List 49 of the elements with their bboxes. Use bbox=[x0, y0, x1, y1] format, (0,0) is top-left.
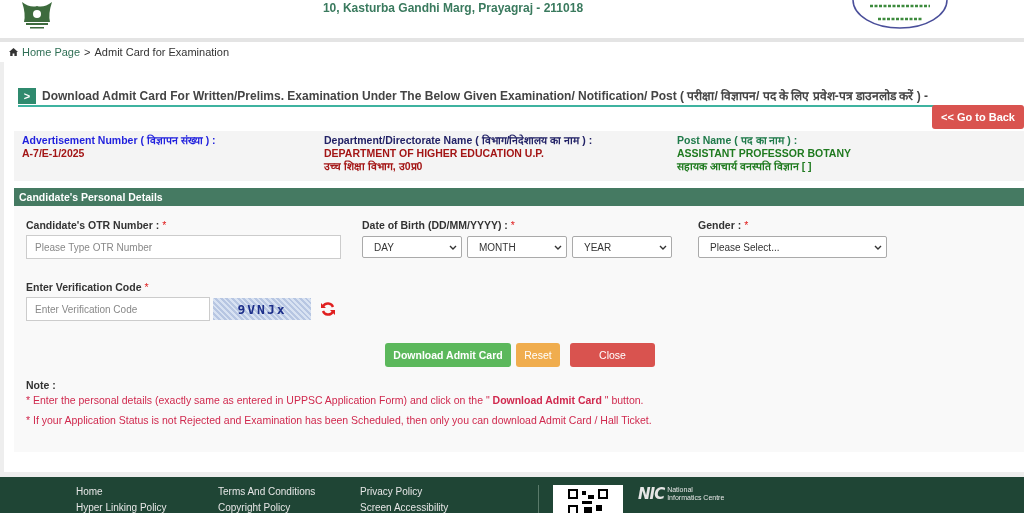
info-value: उच्च शिक्षा विभाग, उ0प्र0 bbox=[324, 160, 424, 173]
qr-code bbox=[553, 485, 623, 513]
info-label: Department/Directorate Name ( विभाग/निदेशालय का नाम ) : bbox=[324, 134, 594, 147]
breadcrumb-separator: > bbox=[84, 46, 91, 58]
section-header-bar: Candidate's Personal Details bbox=[14, 188, 1024, 206]
chevron-down-icon bbox=[874, 244, 882, 250]
info-value: A-7/E-1/2025 bbox=[22, 147, 86, 160]
note-heading: Note : bbox=[26, 379, 57, 391]
info-value: ASSISTANT PROFESSOR BOTANY bbox=[677, 147, 853, 160]
captcha-image: 9VNJx bbox=[213, 298, 311, 320]
note-text: * Enter the personal details (exactly same as entered in UPPSC Application Form) and click on the " Download Admit Card " button. bbox=[26, 394, 645, 406]
field-label: Date of Birth (DD/MM/YYYY) : bbox=[362, 219, 508, 231]
chevron-badge: > bbox=[18, 87, 36, 104]
home-icon bbox=[9, 48, 18, 56]
current-page-title: Admit Card for Examination bbox=[94, 46, 230, 58]
dropdown-select[interactable]: Please Select... bbox=[698, 236, 887, 258]
chevron-down-icon bbox=[449, 244, 457, 250]
required-mark: * bbox=[144, 281, 149, 293]
field-label: Candidate's OTR Number : bbox=[26, 219, 160, 231]
info-label: Advertisement Number ( विज्ञापन संख्या ) : bbox=[22, 134, 217, 147]
info-label: Post Name ( पद का नाम ) : bbox=[677, 134, 799, 147]
info-value: सहायक आचार्य वनस्पति विज्ञान [ ] bbox=[677, 160, 813, 173]
chevron-down-icon bbox=[554, 244, 562, 250]
page-heading: Download Admit Card For Written/Prelims. Examination Under The Below Given Examination/ Notification/ Post ( परीक्षा/ विज्ञापन/ पद के लिए प्रवेश-पत्र डाउनलोड करें ) - bbox=[42, 88, 929, 104]
footer-link[interactable]: Terms And Conditions bbox=[218, 486, 360, 497]
verification-code-field[interactable]: Enter Verification Code bbox=[26, 297, 210, 321]
dropdown-select[interactable]: YEAR bbox=[572, 236, 672, 258]
footer-link[interactable]: Screen Accessibility bbox=[360, 502, 520, 513]
dropdown-select[interactable]: MONTH bbox=[467, 236, 567, 258]
home-page-link[interactable]: Home Page bbox=[22, 46, 81, 58]
info-value: DEPARTMENT OF HIGHER EDUCATION U.P. bbox=[324, 147, 545, 160]
chevron-down-icon bbox=[659, 244, 667, 250]
nic-logo: NIC bbox=[638, 485, 665, 503]
otr-number-field[interactable]: Please Type OTR Number bbox=[26, 235, 341, 259]
field-label: Enter Verification Code bbox=[26, 281, 142, 293]
required-mark: * bbox=[162, 219, 167, 231]
close-button[interactable]: Close bbox=[570, 343, 655, 367]
refresh-icon[interactable] bbox=[320, 301, 336, 317]
footer-link[interactable]: Home bbox=[76, 486, 218, 497]
required-mark: * bbox=[510, 219, 515, 231]
required-mark: * bbox=[744, 219, 749, 231]
go-to-back-button[interactable]: << Go to Back bbox=[932, 105, 1024, 129]
office-address: 10, Kasturba Gandhi Marg, Prayagraj - 211018 bbox=[321, 0, 585, 15]
footer-link[interactable]: Copyright Policy bbox=[218, 502, 360, 513]
dropdown-select[interactable]: DAY bbox=[362, 236, 462, 258]
footer-link[interactable]: Hyper Linking Policy bbox=[76, 502, 218, 513]
note-text: * If your Application Status is not Rejected and Examination has been Scheduled, then only you can download Admit Card / Hall Ticket. bbox=[26, 414, 653, 426]
footer-link[interactable]: Privacy Policy bbox=[360, 486, 520, 497]
field-label: Gender : bbox=[698, 219, 742, 231]
